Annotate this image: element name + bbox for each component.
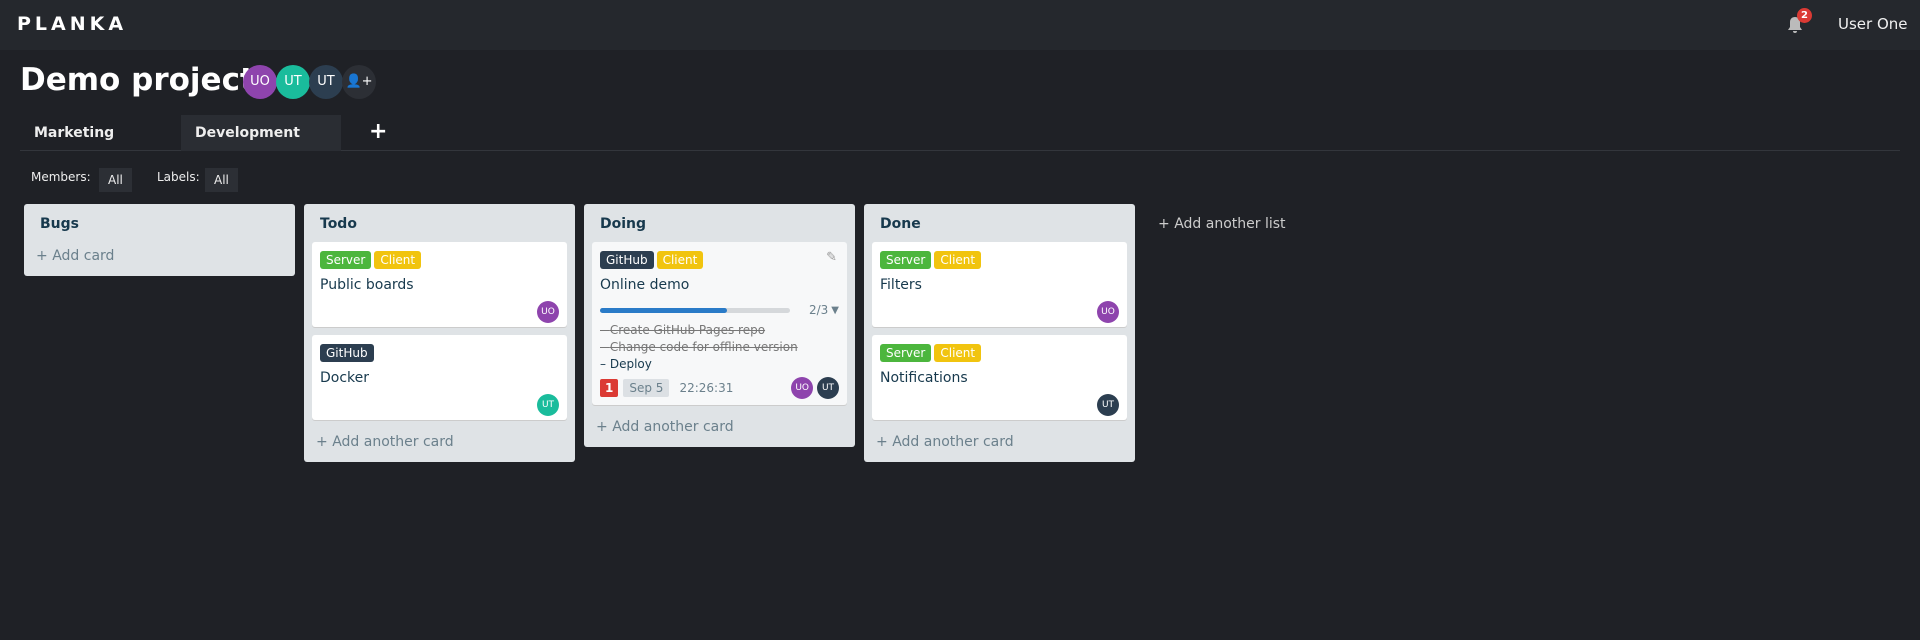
page-title: Demo project xyxy=(20,62,255,98)
progress-fill xyxy=(600,307,727,313)
add-card-button[interactable]: + Add another card xyxy=(584,413,855,447)
avatar: UO xyxy=(537,301,559,323)
add-list-button[interactable]: + Add another list xyxy=(1158,216,1286,232)
avatar[interactable]: UT xyxy=(309,65,343,99)
label: Client xyxy=(656,251,704,269)
card[interactable]: Server Client Public boards UO xyxy=(312,242,567,327)
card-title: Filters xyxy=(880,277,922,293)
add-card-button[interactable]: + Add card xyxy=(24,242,295,276)
task-item: – Deploy xyxy=(600,357,652,371)
add-card-label: Add another card xyxy=(612,419,734,435)
avatar[interactable]: UT xyxy=(276,65,310,99)
labels-filter-label: Labels: xyxy=(157,170,200,184)
progress-bar xyxy=(600,307,790,313)
add-board-icon[interactable]: + xyxy=(369,119,387,144)
avatar: UT xyxy=(537,394,559,416)
list-doing: Doing GitHub Client ✎ Online demo 2/3 ▼ – … xyxy=(584,204,855,447)
card[interactable]: Server Client Notifications UT xyxy=(872,335,1127,420)
avatar: UO xyxy=(1097,301,1119,323)
avatar: UT xyxy=(1097,394,1119,416)
task-text: Change code for offline version xyxy=(609,340,798,354)
list-bugs: Bugs + Add card xyxy=(24,204,295,276)
task-text: Deploy xyxy=(609,357,652,371)
task-item: – Create GitHub Pages repo xyxy=(600,323,766,337)
progress-text[interactable]: 2/3 xyxy=(809,303,828,317)
label: Client xyxy=(934,344,982,362)
task-item: – Change code for offline version xyxy=(600,340,798,354)
list-todo: Todo Server Client Public boards UO GitHu… xyxy=(304,204,575,462)
labels-filter[interactable]: All xyxy=(205,168,238,192)
label: Server xyxy=(880,344,932,362)
card-title: Notifications xyxy=(880,370,968,386)
list-done: Done Server Client Filters UO Server Clien… xyxy=(864,204,1135,462)
avatar: UT xyxy=(817,377,839,399)
add-card-label: Add another card xyxy=(332,434,454,450)
tab-marketing[interactable]: Marketing xyxy=(20,115,128,151)
user-menu[interactable]: User One xyxy=(1838,15,1908,33)
chevron-down-icon[interactable]: ▼ xyxy=(831,305,839,316)
label: GitHub xyxy=(600,251,654,269)
card-title: Public boards xyxy=(320,277,414,293)
add-user-icon: 👤+ xyxy=(345,74,373,89)
label: Server xyxy=(320,251,372,269)
add-member-button[interactable]: 👤+ xyxy=(342,65,376,99)
list-title[interactable]: Doing xyxy=(584,204,855,242)
timer[interactable]: 22:26:31 xyxy=(679,381,733,395)
label: Client xyxy=(374,251,422,269)
add-card-label: Add card xyxy=(52,248,115,264)
label: Server xyxy=(880,251,932,269)
count-badge: 1 xyxy=(600,379,619,397)
tab-development[interactable]: Development xyxy=(181,115,341,151)
list-title[interactable]: Todo xyxy=(304,204,575,242)
avatar: UO xyxy=(791,377,814,399)
avatar[interactable]: UO xyxy=(243,65,277,99)
list-title[interactable]: Done xyxy=(864,204,1135,242)
list-title[interactable]: Bugs xyxy=(24,204,295,242)
card[interactable]: GitHub Docker UT xyxy=(312,335,567,420)
add-card-label: Add another card xyxy=(892,434,1014,450)
task-text: Create GitHub Pages repo xyxy=(609,323,766,337)
notification-badge: 2 xyxy=(1797,8,1812,23)
label: Client xyxy=(934,251,982,269)
add-list-label: Add another list xyxy=(1174,216,1286,232)
add-card-button[interactable]: + Add another card xyxy=(304,428,575,462)
board-tabs: Marketing Development + xyxy=(20,115,1900,151)
top-bar: PLANKA 2 User One xyxy=(0,0,1920,50)
logo[interactable]: PLANKA xyxy=(17,13,127,35)
pencil-icon[interactable]: ✎ xyxy=(826,250,837,265)
card[interactable]: GitHub Client ✎ Online demo 2/3 ▼ – Create… xyxy=(592,242,847,405)
members-filter[interactable]: All xyxy=(99,168,132,192)
add-card-button[interactable]: + Add another card xyxy=(864,428,1135,462)
due-date: Sep 5 xyxy=(623,379,670,397)
label: GitHub xyxy=(320,344,374,362)
card-title: Docker xyxy=(320,370,370,386)
card-title: Online demo xyxy=(600,277,690,293)
members-filter-label: Members: xyxy=(31,170,91,184)
card[interactable]: Server Client Filters UO xyxy=(872,242,1127,327)
